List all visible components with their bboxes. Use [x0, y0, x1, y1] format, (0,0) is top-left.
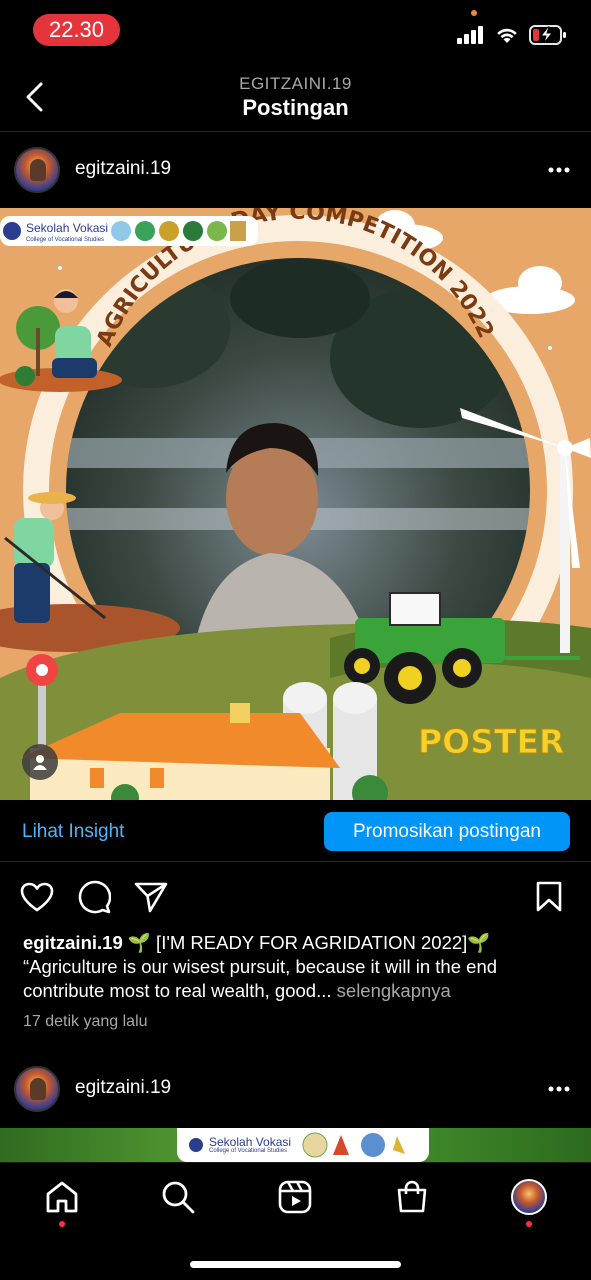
save-button[interactable]: [531, 879, 567, 915]
home-notification-dot: [59, 1221, 65, 1227]
top-header: EGITZAINI.19 Postingan: [0, 62, 591, 132]
user-icon: [33, 755, 47, 770]
post2-username[interactable]: egitzaini.19: [75, 1077, 171, 1099]
privacy-dot-indicator: [471, 10, 477, 16]
caption-username[interactable]: egitzaini.19: [23, 932, 123, 953]
post2-image[interactable]: Sekolah Vokasi College of Vocational Stu…: [0, 1128, 591, 1164]
logo-icon: [189, 1138, 203, 1152]
status-icons: [457, 24, 567, 46]
more-horizontal-icon: [548, 167, 570, 173]
more-options-button[interactable]: [547, 1077, 571, 1101]
battery-low-charging-icon: [529, 25, 566, 45]
shop-bag-icon: [397, 1180, 427, 1213]
more-horizontal-icon: [548, 1086, 570, 1092]
svg-text:College of Vocational Studies: College of Vocational Studies: [26, 237, 104, 243]
avatar[interactable]: [14, 147, 60, 193]
post2-banner: Sekolah Vokasi College of Vocational Stu…: [177, 1128, 429, 1162]
poster-illustration: AGRICULTURE DAY COMPETITION 2022 Sekolah…: [0, 208, 591, 800]
post-header: egitzaini.19: [0, 132, 591, 208]
header-username: EGITZAINI.19: [239, 74, 352, 93]
post-username[interactable]: egitzaini.19: [75, 158, 171, 180]
post-timestamp: 17 detik yang lalu: [23, 1013, 148, 1030]
svg-text:Sekolah Vokasi: Sekolah Vokasi: [26, 221, 108, 235]
heart-icon: [20, 882, 54, 912]
reels-icon: [278, 1180, 312, 1214]
nav-profile[interactable]: [509, 1177, 549, 1217]
post-actions: [0, 872, 591, 922]
more-options-button[interactable]: [547, 158, 571, 182]
nav-reels[interactable]: [275, 1177, 315, 1217]
post-image[interactable]: AGRICULTURE DAY COMPETITION 2022 Sekolah…: [0, 208, 591, 800]
home-indicator: [190, 1261, 401, 1268]
poster-category-label: POSTER: [418, 722, 564, 761]
comment-icon: [78, 880, 111, 914]
comment-button[interactable]: [76, 879, 112, 915]
profile-notification-dot: [526, 1221, 532, 1227]
post2-banner-subtitle: College of Vocational Studies: [209, 1148, 288, 1154]
like-button[interactable]: [19, 879, 55, 915]
status-time: 22.30: [33, 14, 120, 46]
promote-post-button[interactable]: Promosikan postingan: [324, 812, 570, 851]
nav-shop[interactable]: [392, 1177, 432, 1217]
post2-banner-title: Sekolah Vokasi: [209, 1135, 292, 1149]
wifi-icon: [497, 28, 517, 43]
bookmark-icon: [536, 881, 562, 912]
send-icon: [134, 882, 168, 913]
profile-avatar: [511, 1179, 547, 1215]
search-icon: [162, 1181, 195, 1214]
nav-home[interactable]: [42, 1177, 82, 1217]
status-bar: 22.30: [0, 0, 591, 62]
share-button[interactable]: [133, 879, 169, 915]
avatar[interactable]: [14, 1066, 60, 1112]
view-insight-link[interactable]: Lihat Insight: [22, 821, 124, 843]
page-title: Postingan: [242, 95, 349, 120]
post-caption: egitzaini.19 🌱 [I'M READY FOR AGRIDATION…: [23, 931, 573, 1003]
caption-line1: 🌱 [I'M READY FOR AGRIDATION 2022]🌱: [127, 932, 491, 953]
nav-search[interactable]: [158, 1177, 198, 1217]
caption-more-link[interactable]: selengkapnya: [337, 980, 451, 1001]
insight-row: Lihat Insight Promosikan postingan: [0, 800, 591, 862]
home-icon: [46, 1181, 78, 1213]
cellular-icon: [457, 26, 483, 44]
post2-header: egitzaini.19: [0, 1051, 591, 1127]
tagged-users-button[interactable]: [22, 744, 58, 780]
partner-logos: [302, 1132, 406, 1158]
